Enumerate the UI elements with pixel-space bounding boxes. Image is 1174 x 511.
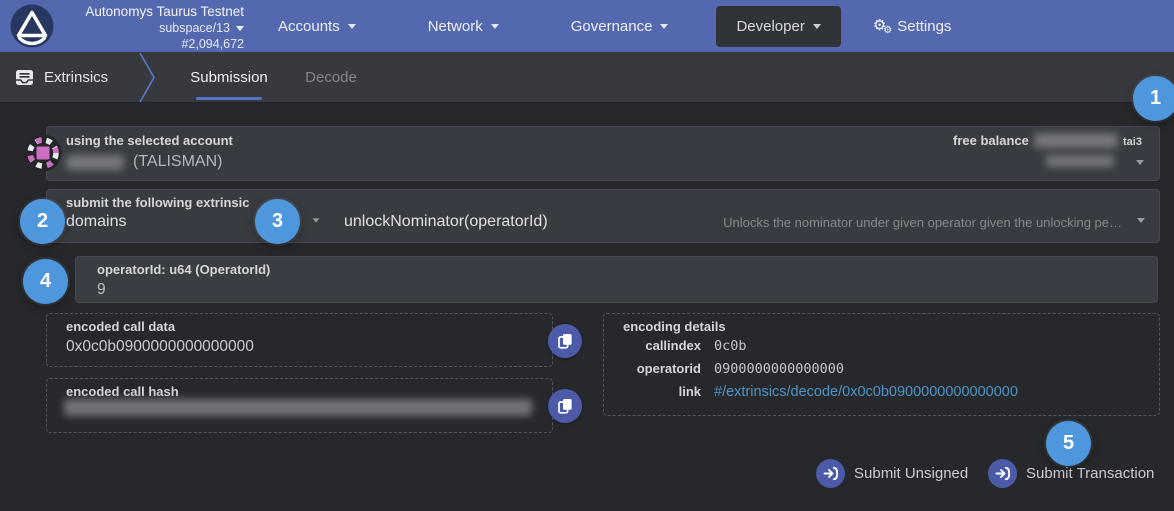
- encoded-call-data-label: encoded call data: [66, 319, 175, 334]
- breadcrumb-chevron-icon: [138, 52, 158, 103]
- annotation-marker-1: 1: [1133, 76, 1174, 121]
- copy-call-hash-button[interactable]: [548, 389, 582, 423]
- operatorid-value: 0900000000000000: [714, 361, 1018, 377]
- encoded-call-hash-redacted: [64, 399, 532, 416]
- pallet-chevron-icon[interactable]: [313, 218, 320, 222]
- extrinsic-label: submit the following extrinsic: [66, 195, 249, 210]
- chevron-down-icon: [813, 24, 821, 29]
- annotation-marker-2: 2: [20, 199, 65, 244]
- account-name-suffix: (TALISMAN): [133, 153, 222, 171]
- encoded-call-data-value: 0x0c0b0900000000000000: [66, 338, 254, 356]
- link-label: link: [623, 384, 701, 399]
- tab-decode[interactable]: Decode: [300, 52, 362, 103]
- callindex-value: 0c0b: [714, 338, 1018, 354]
- menu-item-settings[interactable]: ⚙⚙ Settings: [857, 8, 968, 44]
- method-select[interactable]: unlockNominator(operatorId): [344, 213, 548, 231]
- section-extrinsics: Extrinsics: [15, 52, 108, 103]
- autonomys-logo-icon[interactable]: [10, 4, 54, 48]
- main-menu: Accounts Network Governance Developer ⚙⚙…: [262, 0, 967, 52]
- chain-info: Autonomys Taurus Testnet subspace/13 #2,…: [64, 4, 244, 52]
- copy-icon: [558, 333, 573, 349]
- sign-in-icon: [816, 459, 845, 488]
- extrinsics-envelope-icon: [15, 69, 34, 86]
- settings-gears-icon: ⚙⚙: [873, 16, 889, 36]
- block-number: #2,094,672: [64, 37, 244, 53]
- extrinsics-page: Autonomys Taurus Testnet subspace/13 #2,…: [0, 0, 1174, 511]
- account-dropdown-chevron-icon[interactable]: [1136, 160, 1144, 165]
- chevron-down-icon: [660, 24, 668, 29]
- annotation-marker-4: 4: [23, 259, 68, 304]
- sign-in-icon: [988, 459, 1017, 488]
- chain-name: subspace/13: [159, 21, 230, 37]
- operatorid-label: operatorid: [623, 361, 701, 376]
- selected-account[interactable]: (TALISMAN): [66, 153, 222, 171]
- menu-item-developer[interactable]: Developer: [716, 6, 840, 47]
- top-nav-bar: Autonomys Taurus Testnet subspace/13 #2,…: [0, 0, 1174, 52]
- menu-item-accounts[interactable]: Accounts: [262, 10, 372, 43]
- tab-submission[interactable]: Submission: [186, 52, 272, 103]
- chevron-down-icon: [348, 24, 356, 29]
- operator-id-value[interactable]: 9: [97, 281, 106, 299]
- method-description: Unlocks the nominator under given operat…: [723, 215, 1122, 230]
- pallet-select[interactable]: domains: [66, 213, 126, 231]
- account-select-label: using the selected account: [66, 133, 233, 148]
- free-balance-label: free balance: [953, 133, 1029, 148]
- decode-link[interactable]: #/extrinsics/decode/0x0c0b09000000000000…: [714, 384, 1018, 400]
- encoding-details-title: encoding details: [623, 319, 726, 334]
- network-name: Autonomys Taurus Testnet: [64, 4, 244, 21]
- copy-call-data-button[interactable]: [548, 324, 582, 358]
- annotation-marker-3: 3: [255, 199, 300, 244]
- operator-id-label: operatorId: u64 (OperatorId): [97, 262, 270, 277]
- section-label: Extrinsics: [44, 69, 108, 86]
- callindex-label: callindex: [623, 338, 701, 353]
- balance-unit: tai3: [1123, 136, 1142, 148]
- account-name-redacted: [66, 155, 124, 170]
- free-balance-value-redacted: [1034, 133, 1118, 148]
- account-identicon: [24, 134, 62, 172]
- encoded-call-hash-label: encoded call hash: [66, 384, 179, 399]
- menu-item-network[interactable]: Network: [412, 10, 515, 43]
- chevron-down-icon: [491, 24, 499, 29]
- sub-nav-bar: Extrinsics Submission Decode: [0, 52, 1174, 103]
- submit-unsigned-button[interactable]: Submit Unsigned: [816, 459, 968, 488]
- encoding-details-grid: callindex 0c0b operatorid 09000000000000…: [623, 338, 1018, 400]
- menu-item-governance[interactable]: Governance: [555, 10, 685, 43]
- chevron-down-icon: [236, 26, 244, 31]
- chain-selector[interactable]: subspace/13: [64, 21, 244, 37]
- method-chevron-icon[interactable]: [1137, 218, 1145, 223]
- annotation-marker-5: 5: [1046, 421, 1091, 466]
- copy-icon: [558, 398, 573, 414]
- balance-secondary-redacted: [1046, 155, 1114, 167]
